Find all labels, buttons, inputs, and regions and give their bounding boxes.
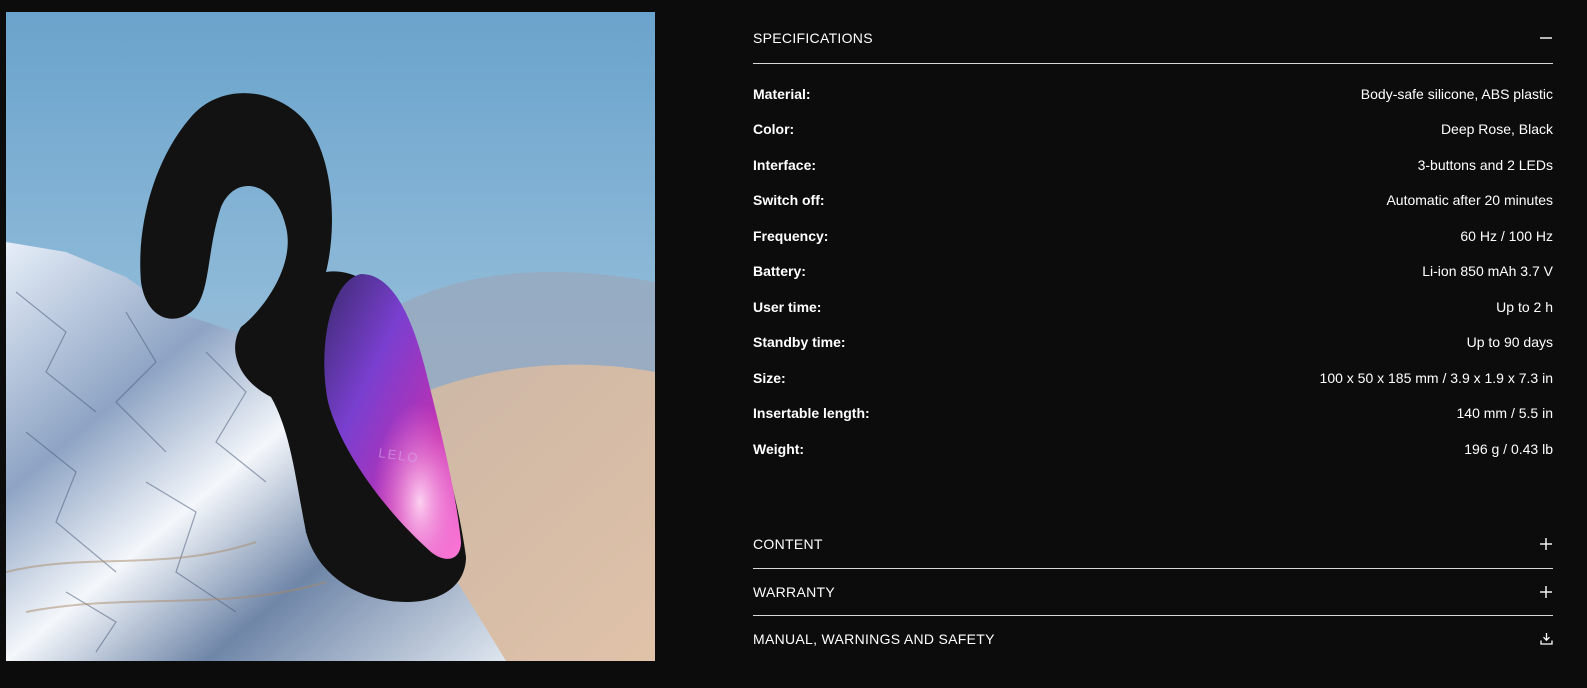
content-title: CONTENT xyxy=(753,536,823,552)
spec-value: 196 g / 0.43 lb xyxy=(1464,440,1553,457)
spec-row-user-time: User time: Up to 2 h xyxy=(753,289,1553,325)
content-section: CONTENT xyxy=(753,521,1553,569)
spec-label: Interface: xyxy=(753,156,817,173)
spec-value: 140 mm / 5.5 in xyxy=(1456,405,1554,422)
spec-value: Deep Rose, Black xyxy=(1440,121,1553,138)
spec-row-insertable-length: Insertable length: 140 mm / 5.5 in xyxy=(753,396,1553,432)
specifications-title: SPECIFICATIONS xyxy=(753,29,873,46)
product-image: LELO xyxy=(6,12,655,661)
product-details-accordion: SPECIFICATIONS Material: Body-safe silic… xyxy=(753,12,1553,662)
download-icon[interactable] xyxy=(1539,632,1553,646)
spec-row-frequency: Frequency: 60 Hz / 100 Hz xyxy=(753,218,1553,254)
manual-header[interactable]: MANUAL, WARNINGS AND SAFETY xyxy=(753,616,1553,662)
spec-label: Switch off: xyxy=(753,192,825,209)
manual-title: MANUAL, WARNINGS AND SAFETY xyxy=(753,630,995,647)
page: LELO SPECIFICATIONS Material: Body-safe … xyxy=(0,0,1587,688)
specifications-header[interactable]: SPECIFICATIONS xyxy=(753,12,1553,64)
spec-label: Size: xyxy=(753,369,786,386)
spec-value: Li-ion 850 mAh 3.7 V xyxy=(1422,263,1553,280)
content-header[interactable]: CONTENT xyxy=(753,521,1553,569)
spec-row-color: Color: Deep Rose, Black xyxy=(753,112,1553,148)
minus-icon[interactable] xyxy=(1539,31,1553,45)
spec-row-standby-time: Standby time: Up to 90 days xyxy=(753,325,1553,361)
spec-row-weight: Weight: 196 g / 0.43 lb xyxy=(753,431,1553,467)
spec-row-switch-off: Switch off: Automatic after 20 minutes xyxy=(753,183,1553,219)
product-photo-illustration: LELO xyxy=(6,12,655,661)
spec-row-size: Size: 100 x 50 x 185 mm / 3.9 x 1.9 x 7.… xyxy=(753,360,1553,396)
spec-value: 100 x 50 x 185 mm / 3.9 x 1.9 x 7.3 in xyxy=(1319,369,1553,386)
spec-label: Material: xyxy=(753,85,811,102)
manual-section: MANUAL, WARNINGS AND SAFETY xyxy=(753,616,1553,662)
spec-label: Battery: xyxy=(753,263,806,280)
spec-label: User time: xyxy=(753,298,822,315)
spec-value: Automatic after 20 minutes xyxy=(1386,192,1553,209)
spec-label: Insertable length: xyxy=(753,405,870,422)
spec-row-material: Material: Body-safe silicone, ABS plasti… xyxy=(753,76,1553,112)
spec-value: Body-safe silicone, ABS plastic xyxy=(1360,85,1553,102)
plus-icon[interactable] xyxy=(1539,537,1553,551)
spec-row-battery: Battery: Li-ion 850 mAh 3.7 V xyxy=(753,254,1553,290)
spec-label: Color: xyxy=(753,121,795,138)
spec-label: Frequency: xyxy=(753,227,829,244)
warranty-section: WARRANTY xyxy=(753,569,1553,616)
specifications-section: SPECIFICATIONS Material: Body-safe silic… xyxy=(753,12,1553,467)
spec-table: Material: Body-safe silicone, ABS plasti… xyxy=(753,64,1553,467)
warranty-header[interactable]: WARRANTY xyxy=(753,569,1553,616)
spec-value: Up to 2 h xyxy=(1496,298,1553,315)
spec-label: Standby time: xyxy=(753,334,846,351)
spec-value: Up to 90 days xyxy=(1466,334,1553,351)
plus-icon[interactable] xyxy=(1539,585,1553,599)
spec-row-interface: Interface: 3-buttons and 2 LEDs xyxy=(753,147,1553,183)
spec-value: 3-buttons and 2 LEDs xyxy=(1417,156,1553,173)
spec-label: Weight: xyxy=(753,440,805,457)
warranty-title: WARRANTY xyxy=(753,583,835,600)
spec-value: 60 Hz / 100 Hz xyxy=(1460,227,1553,244)
